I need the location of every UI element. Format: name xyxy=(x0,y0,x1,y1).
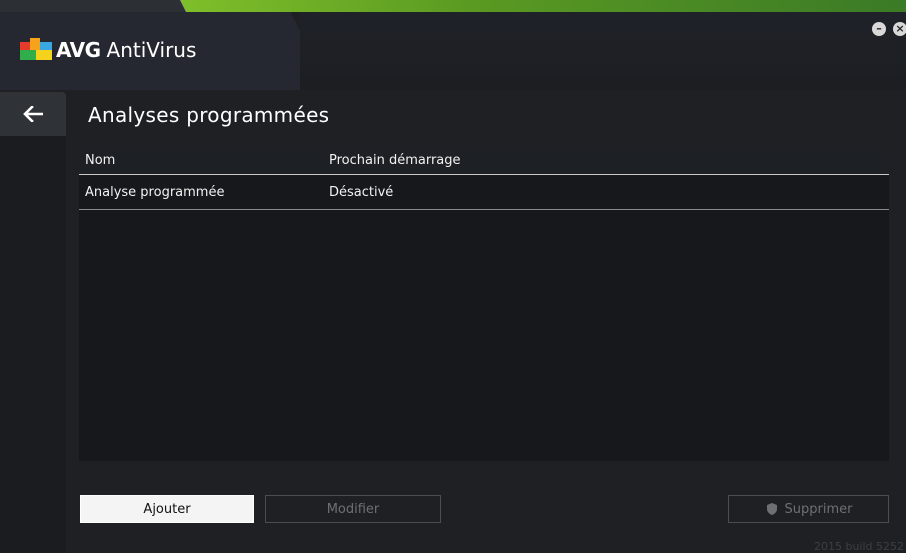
close-icon[interactable]: × xyxy=(893,22,906,36)
build-version: 2015 build 5252 xyxy=(813,540,904,553)
cell-next-start: Désactivé xyxy=(329,184,394,200)
left-sidebar xyxy=(0,136,66,553)
minimize-icon[interactable]: – xyxy=(872,22,886,36)
delete-button-label: Supprimer xyxy=(784,501,853,517)
edit-button[interactable]: Modifier xyxy=(265,495,441,523)
page-title: Analyses programmées xyxy=(88,103,330,127)
column-header-next-start[interactable]: Prochain démarrage xyxy=(325,153,889,168)
product-name: AntiVirus xyxy=(106,38,197,62)
top-accent-bar xyxy=(180,0,906,12)
shield-icon xyxy=(766,503,777,515)
cell-name: Analyse programmée xyxy=(85,184,225,200)
table-row[interactable]: Analyse programmée Désactivé xyxy=(79,175,889,210)
brand-name: AVG xyxy=(56,38,101,62)
column-header-name[interactable]: Nom xyxy=(79,153,325,168)
table-header: Nom Prochain démarrage xyxy=(79,146,889,175)
header-background-right xyxy=(300,12,906,90)
scheduled-scans-table: Nom Prochain démarrage Analyse programmé… xyxy=(79,146,889,461)
back-arrow-icon xyxy=(23,106,43,122)
app-logo: AVG AntiVirus xyxy=(20,38,196,62)
add-button[interactable]: Ajouter xyxy=(80,495,254,523)
back-button[interactable] xyxy=(0,92,66,136)
delete-button[interactable]: Supprimer xyxy=(728,495,889,523)
avg-logo-icon xyxy=(20,38,52,62)
